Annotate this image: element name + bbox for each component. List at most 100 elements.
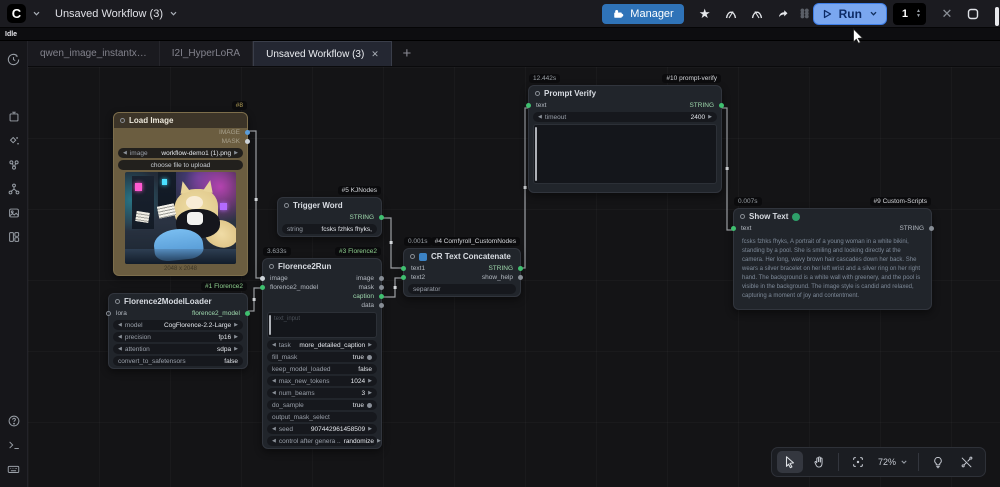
input-pin-text[interactable] <box>731 226 736 231</box>
output-pin-data[interactable] <box>379 303 384 308</box>
collapse-dot[interactable] <box>535 91 540 96</box>
node-florence2run[interactable]: 3.633s #3 Florence2 Florence2Run image i… <box>262 258 382 449</box>
combo-prev-arrow-icon[interactable]: ◀ <box>118 334 122 340</box>
decrement-arrow-icon[interactable]: ◀ <box>272 426 276 432</box>
manager-button[interactable]: Manager <box>602 4 683 24</box>
queue-icon[interactable] <box>2 105 26 129</box>
decrement-arrow-icon[interactable]: ◀ <box>272 378 276 384</box>
combo-prev-arrow-icon[interactable]: ◀ <box>118 322 122 328</box>
tab-unsaved-workflow[interactable]: Unsaved Workflow (3) ✕ <box>253 41 392 66</box>
logo-chevron-down-icon[interactable] <box>32 9 41 18</box>
node-header[interactable]: Florence2Run <box>263 259 381 274</box>
collapse-dot[interactable] <box>269 264 274 269</box>
output-pin-string[interactable] <box>929 226 934 231</box>
favorites-star-icon[interactable]: ★ <box>692 3 718 25</box>
input-pin-lora[interactable] <box>106 311 111 316</box>
timeout-number-widget[interactable]: ◀ timeout 2400 ▶ <box>533 112 717 122</box>
image-preview[interactable] <box>125 172 236 264</box>
node-header[interactable]: Trigger Word <box>278 198 381 213</box>
node-load-image[interactable]: #8 Load Image IMAGE MASK ◀ image workflo… <box>113 112 248 276</box>
workflow-title-menu[interactable]: Unsaved Workflow (3) <box>55 8 178 20</box>
toggle-theme-lightbulb-button[interactable] <box>925 451 951 473</box>
fill-mask-toggle-widget[interactable]: fill_mask true <box>267 352 377 362</box>
output-pin-image[interactable] <box>379 276 384 281</box>
model-library-icon[interactable] <box>2 153 26 177</box>
node-library-icon[interactable] <box>2 129 26 153</box>
num-beams-number-widget[interactable]: ◀ num_beams 3 ▶ <box>267 388 377 398</box>
convert-safetensors-toggle-widget[interactable]: convert_to_safetensors false <box>113 356 243 366</box>
collapse-dot[interactable] <box>740 214 745 219</box>
do-sample-toggle-widget[interactable]: do_sample true <box>267 400 377 410</box>
input-pin-text2[interactable] <box>401 275 406 280</box>
string-text-widget[interactable]: string fcsks fzhks fhyks, <box>282 224 377 234</box>
select-tool-button[interactable] <box>777 451 803 473</box>
combo-prev-arrow-icon[interactable]: ◀ <box>272 342 276 348</box>
node-florence2-model-loader[interactable]: #1 Florence2 Florence2ModelLoader lora f… <box>108 293 248 369</box>
node-prompt-verify[interactable]: 12.442s #10 prompt-verify Prompt Verify … <box>528 85 722 193</box>
output-pin-caption[interactable] <box>379 294 384 299</box>
translation-icon-b[interactable] <box>744 3 770 25</box>
output-pin-string[interactable] <box>719 103 724 108</box>
combo-prev-arrow-icon[interactable]: ◀ <box>118 346 122 352</box>
node-header[interactable]: Load Image <box>114 113 247 128</box>
node-header[interactable]: CR Text Concatenate <box>404 249 520 264</box>
pan-tool-button[interactable] <box>806 451 832 473</box>
stop-queue-icon[interactable] <box>960 3 986 25</box>
attention-combo-widget[interactable]: ◀ attention sdpa ▶ <box>113 344 243 354</box>
gallery-icon[interactable] <box>2 201 26 225</box>
prompt-editor-textarea[interactable] <box>533 124 717 184</box>
input-pin-florence2-model[interactable] <box>260 285 265 290</box>
collapse-dot[interactable] <box>120 118 125 123</box>
stepper-arrows[interactable]: ▲▼ <box>916 9 921 19</box>
toggle-knob[interactable] <box>367 355 372 360</box>
control-after-generate-combo-widget[interactable]: ◀ control after genera .. randomize ▶ <box>267 436 377 446</box>
combo-prev-arrow-icon[interactable]: ◀ <box>272 438 276 444</box>
text-input-textarea[interactable]: text_input <box>267 312 377 338</box>
shortcuts-keyboard-icon[interactable] <box>2 457 26 481</box>
cancel-run-icon[interactable]: ✕ <box>934 3 960 25</box>
collapse-dot[interactable] <box>410 254 415 259</box>
task-combo-widget[interactable]: ◀ task more_detailed_caption ▶ <box>267 340 377 350</box>
separator-text-widget[interactable]: separator <box>408 284 516 294</box>
input-pin-text1[interactable] <box>401 266 406 271</box>
new-tab-button[interactable]: + <box>392 41 422 66</box>
output-pin-image[interactable] <box>245 130 250 135</box>
terminal-icon[interactable] <box>2 433 26 457</box>
precision-combo-widget[interactable]: ◀ precision fp16 ▶ <box>113 332 243 342</box>
decrement-arrow-icon[interactable]: ◀ <box>272 390 276 396</box>
choose-file-button[interactable]: choose file to upload <box>118 160 243 170</box>
collapse-dot[interactable] <box>115 299 120 304</box>
increment-arrow-icon[interactable]: ▶ <box>368 426 372 432</box>
input-pin-text[interactable] <box>526 103 531 108</box>
output-mask-select-text-widget[interactable]: output_mask_select <box>267 412 377 422</box>
collapse-dot[interactable] <box>284 203 289 208</box>
workflows-tree-icon[interactable] <box>2 177 26 201</box>
keep-model-loaded-toggle-widget[interactable]: keep_model_loaded false <box>267 364 377 374</box>
toggle-knob[interactable] <box>367 403 372 408</box>
combo-next-arrow-icon[interactable]: ▶ <box>234 150 238 156</box>
output-pin-string[interactable] <box>518 266 523 271</box>
combo-next-arrow-icon[interactable]: ▶ <box>377 438 381 444</box>
run-button[interactable]: Run <box>813 3 887 25</box>
node-header[interactable]: Prompt Verify <box>529 86 721 101</box>
model-combo-widget[interactable]: ◀ model CogFlorence-2.2-Large ▶ <box>113 320 243 330</box>
increment-arrow-icon[interactable]: ▶ <box>368 378 372 384</box>
seed-number-widget[interactable]: ◀ seed 907442961458509 ▶ <box>267 424 377 434</box>
run-options-chevron-icon[interactable] <box>869 9 878 18</box>
combo-next-arrow-icon[interactable]: ▶ <box>234 322 238 328</box>
comfyui-logo[interactable]: C <box>7 4 26 23</box>
output-pin-mask[interactable] <box>245 139 250 144</box>
batch-count-stepper[interactable]: 1 ▲▼ <box>893 3 926 25</box>
image-combo-widget[interactable]: ◀ image workflow-demo1 (1).png ▶ <box>118 148 243 158</box>
increment-arrow-icon[interactable]: ▶ <box>708 114 712 120</box>
combo-next-arrow-icon[interactable]: ▶ <box>368 342 372 348</box>
toolbar-drag-grip[interactable]: ●●●●●● <box>800 9 809 18</box>
zoom-level-dropdown[interactable]: 72% <box>874 457 912 467</box>
templates-icon[interactable] <box>2 225 26 249</box>
translation-icon-a[interactable] <box>718 3 744 25</box>
toggle-link-visibility-button[interactable] <box>954 451 980 473</box>
output-pin-mask[interactable] <box>379 285 384 290</box>
textarea-scrollbar[interactable] <box>269 315 271 335</box>
combo-next-arrow-icon[interactable]: ▶ <box>234 334 238 340</box>
node-header[interactable]: Florence2ModelLoader <box>109 294 247 309</box>
